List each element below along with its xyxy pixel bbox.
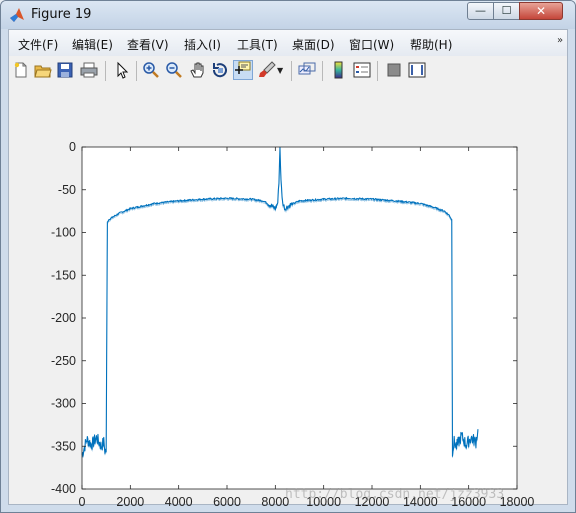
ytick-label: -100 <box>51 226 76 240</box>
maximize-button[interactable]: ☐ <box>493 2 520 20</box>
figure-canvas: 0 -50 -100 -150 -200 -250 -300 -350 -400 0 2000 400… <box>9 86 567 506</box>
ytick-label: -200 <box>51 311 76 325</box>
toolbar-separator <box>105 61 106 81</box>
close-button[interactable]: ✕ <box>519 2 563 20</box>
matlab-logo-icon <box>10 8 24 22</box>
colorbar-icon[interactable] <box>330 61 348 79</box>
minimize-icon: — <box>475 4 486 17</box>
menu-help[interactable]: 帮助(H) <box>410 36 452 53</box>
window-title: Figure 19 <box>31 7 92 22</box>
menu-bar: 文件(F) 编辑(E) 查看(V) 插入(I) 工具(T) 桌面(D) 窗口(W… <box>9 30 567 57</box>
hide-plot-tools-icon[interactable] <box>385 61 403 79</box>
figure-window: Figure 19 — ☐ ✕ 文件(F) 编辑(E) 查看(V) 插入(I) … <box>0 0 576 513</box>
pan-hand-icon[interactable] <box>189 61 207 79</box>
ytick-label: -250 <box>51 354 76 368</box>
figure-client-area: 文件(F) 编辑(E) 查看(V) 插入(I) 工具(T) 桌面(D) 窗口(W… <box>8 29 568 506</box>
close-icon: ✕ <box>535 4 547 18</box>
menu-insert[interactable]: 插入(I) <box>184 36 221 53</box>
title-bar[interactable]: Figure 19 — ☐ ✕ <box>1 1 575 29</box>
ytick-label: -50 <box>58 183 76 197</box>
open-file-icon[interactable] <box>34 61 52 79</box>
xtick-label: 18000 <box>500 495 535 506</box>
double-chevron-icon[interactable]: » <box>557 35 563 46</box>
menu-tools[interactable]: 工具(T) <box>237 36 278 53</box>
watermark-text: http://blog.csdn.net/jzz3933 <box>285 487 505 502</box>
xtick-label: 6000 <box>213 495 241 506</box>
menu-view[interactable]: 查看(V) <box>127 36 169 53</box>
toolbar-separator <box>136 61 137 81</box>
figure-svg: 0-50-100-150-200-250-300-350-4000 2000 400… <box>51 140 534 506</box>
maximize-icon: ☐ <box>501 4 512 17</box>
edit-plot-arrow-icon[interactable] <box>113 61 131 79</box>
menu-window[interactable]: 窗口(W) <box>349 36 394 53</box>
figure-toolbar: ▼ <box>9 56 567 87</box>
print-icon[interactable] <box>80 61 98 79</box>
show-plot-tools-icon[interactable] <box>408 61 426 79</box>
chevron-down-icon[interactable]: ▼ <box>277 66 283 75</box>
xtick-label: 2000 <box>116 495 144 506</box>
zoom-in-icon[interactable] <box>142 61 160 79</box>
ytick-label: -400 <box>51 482 76 496</box>
minimize-button[interactable]: — <box>467 2 494 20</box>
ytick-label: 0 <box>69 140 76 154</box>
zoom-out-icon[interactable] <box>165 61 183 79</box>
data-cursor-icon[interactable] <box>233 60 253 80</box>
link-plot-icon[interactable] <box>298 61 316 79</box>
rotate-3d-icon[interactable] <box>211 61 229 79</box>
brush-icon[interactable] <box>258 61 276 79</box>
ytick-label: -300 <box>51 397 76 411</box>
menu-edit[interactable]: 编辑(E) <box>72 36 113 53</box>
legend-icon[interactable] <box>353 61 371 79</box>
toolbar-separator <box>322 61 323 81</box>
ytick-label: -150 <box>51 268 76 282</box>
xtick-label: 4000 <box>165 495 193 506</box>
menu-file[interactable]: 文件(F) <box>18 36 58 53</box>
toolbar-separator <box>291 61 292 81</box>
axes[interactable]: 0-50-100-150-200-250-300-350-4000 2000 400… <box>51 140 534 506</box>
menu-desktop[interactable]: 桌面(D) <box>292 36 335 53</box>
save-icon[interactable] <box>56 61 74 79</box>
xtick-label: 0 <box>79 495 86 506</box>
ytick-label: -350 <box>51 439 76 453</box>
toolbar-separator <box>377 61 378 81</box>
new-figure-icon[interactable] <box>12 61 30 79</box>
